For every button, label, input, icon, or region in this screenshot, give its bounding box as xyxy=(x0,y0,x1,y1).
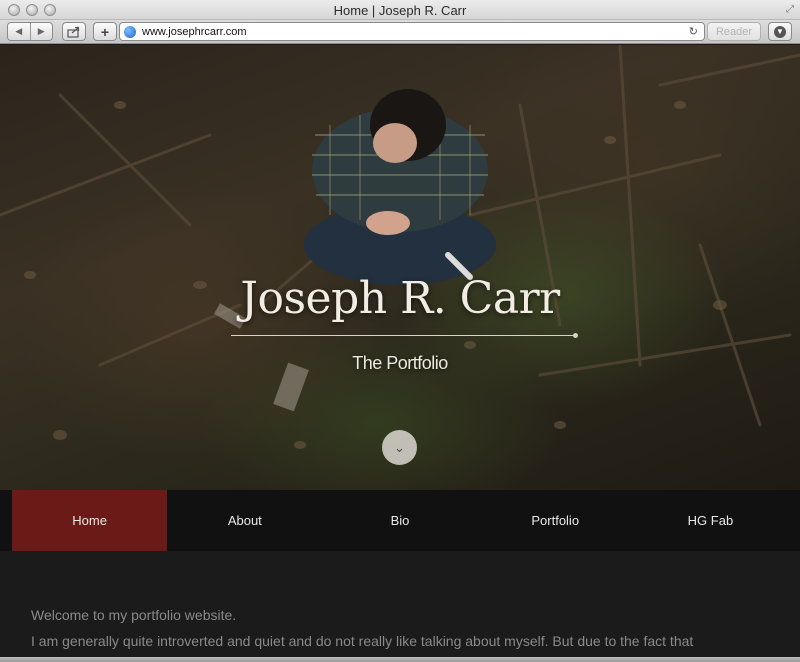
intro-text: I am generally quite introverted and qui… xyxy=(31,633,694,649)
web-page: Joseph R. Carr The Portfolio ⌄ Home Abou… xyxy=(0,45,800,662)
add-bookmark-button[interactable]: + xyxy=(93,22,117,41)
nav-item-hg-fab[interactable]: HG Fab xyxy=(633,490,788,551)
reload-icon[interactable]: ↻ xyxy=(689,25,698,38)
browser-window: Home | Joseph R. Carr ⤢ ◀ ▶ + www.joseph… xyxy=(0,0,800,662)
share-icon xyxy=(67,26,80,38)
back-forward-buttons: ◀ ▶ xyxy=(7,22,53,41)
welcome-text: Welcome to my portfolio website. xyxy=(31,607,237,623)
browser-toolbar: ◀ ▶ + www.josephrcarr.com ↻ Reader ▼ xyxy=(0,20,800,44)
nav-item-portfolio[interactable]: Portfolio xyxy=(478,490,633,551)
scroll-down-button[interactable]: ⌄ xyxy=(382,430,417,465)
nav-item-bio[interactable]: Bio xyxy=(322,490,477,551)
forest-floor-image xyxy=(0,45,800,449)
plus-icon: + xyxy=(100,23,110,40)
hero-section: Joseph R. Carr The Portfolio ⌄ xyxy=(0,45,800,490)
url-text[interactable]: www.josephrcarr.com xyxy=(142,26,247,38)
main-navigation: Home About Bio Portfolio HG Fab xyxy=(0,490,800,551)
back-icon[interactable]: ◀ xyxy=(8,26,30,37)
title-bar: Home | Joseph R. Carr ⤢ xyxy=(0,0,800,20)
globe-icon xyxy=(124,25,136,38)
nav-item-home[interactable]: Home xyxy=(12,490,168,551)
share-button[interactable] xyxy=(62,22,86,41)
chevron-down-icon: ⌄ xyxy=(394,439,405,455)
forward-icon[interactable]: ▶ xyxy=(31,26,53,37)
hero-divider xyxy=(231,333,578,338)
content-section: Welcome to my portfolio website. I am ge… xyxy=(0,551,800,662)
hero-subtitle: The Portfolio xyxy=(352,353,448,373)
fullscreen-icon[interactable]: ⤢ xyxy=(786,4,794,15)
address-bar[interactable]: www.josephrcarr.com ↻ xyxy=(119,22,705,41)
download-icon: ▼ xyxy=(774,25,786,38)
window-bottom-edge xyxy=(0,657,800,662)
hero-title: Joseph R. Carr xyxy=(240,273,560,324)
downloads-button[interactable]: ▼ xyxy=(768,22,792,41)
nav-item-about[interactable]: About xyxy=(167,490,322,551)
window-title: Home | Joseph R. Carr xyxy=(333,3,467,18)
reader-button[interactable]: Reader xyxy=(707,22,761,41)
